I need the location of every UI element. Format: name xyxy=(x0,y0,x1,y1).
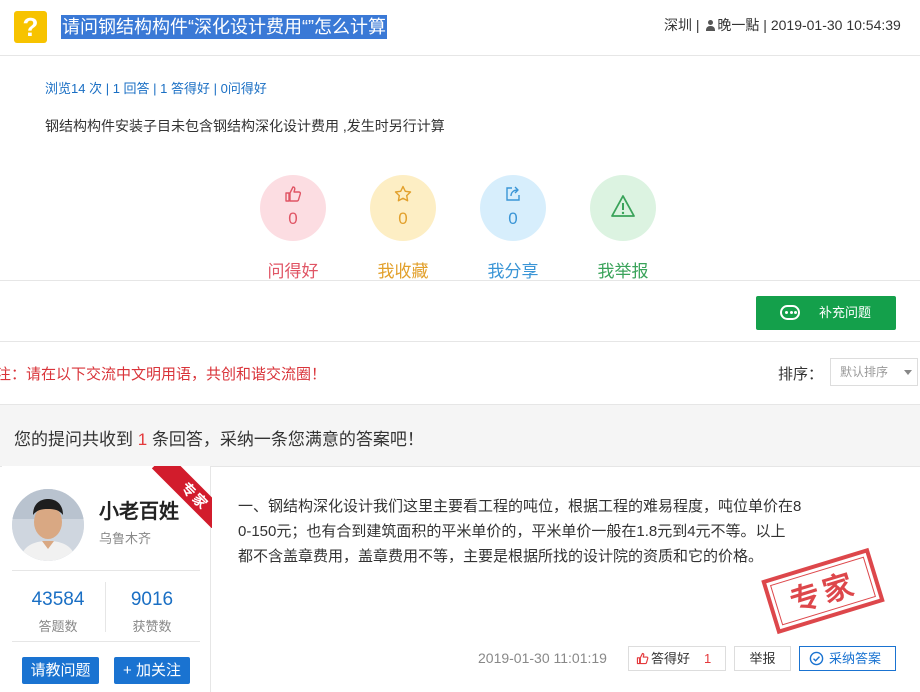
avatar[interactable] xyxy=(12,489,84,561)
civility-notice: 注：请在以下交流中文明用语，共创和谐交流圈！ xyxy=(0,366,327,383)
warning-icon xyxy=(611,195,635,217)
supplement-question-button[interactable]: 补充问题 xyxy=(756,296,896,330)
check-circle-icon xyxy=(809,651,824,666)
good-answer-count: 1 答得好 xyxy=(160,81,210,96)
author-link[interactable]: 晚一點 xyxy=(717,17,759,33)
answer-good-button[interactable]: 答得好 1 xyxy=(628,646,726,671)
answer-count: 1 回答 xyxy=(112,81,150,96)
answer-good-label: 答得好 xyxy=(651,651,691,666)
thumbs-up-icon xyxy=(636,652,649,665)
adopt-answer-button[interactable]: 采纳答案 xyxy=(799,646,896,671)
sort-select[interactable]: 默认排序 xyxy=(830,358,918,386)
ask-question-button[interactable]: 请教问题 xyxy=(22,657,99,684)
likes-count: 9016 xyxy=(130,589,174,610)
reaction-report[interactable]: 我举报 xyxy=(590,175,656,281)
answer-body: 一、钢结构深化设计我们这里主要看工程的吨位，根据工程的难易程度，吨位单价在8 0… xyxy=(238,494,836,569)
answers-summary: 您的提问共收到 1 条回答，采纳一条您满意的答案吧！ xyxy=(14,425,424,450)
reaction-label: 我举报 xyxy=(597,262,649,281)
answer-good-count: 1 xyxy=(704,651,712,666)
star-icon xyxy=(394,185,412,202)
thumbs-up-icon xyxy=(285,186,302,202)
question-title: 请问钢结构构件“深化设计费用“”怎么计算 xyxy=(61,15,387,39)
answer-date: 2019-01-30 11:01:19 xyxy=(478,650,607,666)
answerer-location: 乌鲁木齐 xyxy=(99,531,152,546)
answer-line: 一、钢结构深化设计我们这里主要看工程的吨位，根据工程的难易程度，吨位单价在8 xyxy=(238,498,802,515)
reaction-count: 0 xyxy=(288,209,298,228)
reaction-label: 我收藏 xyxy=(377,262,429,281)
divider xyxy=(0,341,920,342)
question-stats: 浏览14 次 | 1 回答 | 1 答得好 | 0问得好 xyxy=(45,81,267,96)
view-count: 浏览14 次 xyxy=(45,81,103,96)
divider xyxy=(12,641,200,642)
summary-pre: 您的提问共收到 xyxy=(14,430,133,449)
reaction-ask-good[interactable]: 0 问得好 xyxy=(260,175,326,281)
dropdown-arrow-icon xyxy=(904,370,912,375)
share-icon xyxy=(506,186,520,201)
location-text: 深圳 xyxy=(664,17,692,33)
question-meta: 深圳 | 晚一點 | 2019-01-30 10:54:39 xyxy=(664,17,901,33)
answer-line: 都不含盖章费用，盖章费用不等，主要是根据所找的设计院的资质和它的价格。 xyxy=(238,548,764,565)
ask-good-count: 0问得好 xyxy=(220,81,267,96)
follow-button[interactable]: + 加关注 xyxy=(114,657,190,684)
answer-line: 0-150元；也有合到建筑面积的平米单价的，平米单价一般在1.8元到4元不等。以… xyxy=(238,523,786,540)
reaction-label: 问得好 xyxy=(267,262,319,281)
answers-count-label: 答题数 xyxy=(38,619,78,634)
question-body: 钢结构构件安装子目未包含钢结构深化设计费用 ,发生时另行计算 xyxy=(45,118,445,134)
question-mark-icon: ? xyxy=(14,11,47,43)
divider xyxy=(12,570,200,571)
sort-selected: 默认排序 xyxy=(840,365,889,379)
summary-count: 1 xyxy=(137,430,148,449)
expert-ribbon: 专家 xyxy=(150,466,212,528)
reaction-label: 我分享 xyxy=(487,262,539,281)
reaction-count: 0 xyxy=(398,209,408,228)
report-button[interactable]: 举报 xyxy=(734,646,791,671)
adopt-answer-label: 采纳答案 xyxy=(829,651,882,666)
chat-bubble-icon xyxy=(780,305,800,320)
user-icon xyxy=(706,20,716,31)
sort-label: 排序： xyxy=(778,366,824,383)
reaction-share[interactable]: 0 我分享 xyxy=(480,175,546,281)
divider xyxy=(105,582,106,632)
supplement-label: 补充问题 xyxy=(819,305,872,320)
reaction-favorite[interactable]: 0 我收藏 xyxy=(370,175,436,281)
likes-count-label: 获赞数 xyxy=(132,619,172,634)
summary-post: 条回答，采纳一条您满意的答案吧！ xyxy=(151,430,424,449)
answers-count: 43584 xyxy=(31,589,85,610)
reaction-count: 0 xyxy=(508,209,518,228)
divider xyxy=(0,280,920,281)
expert-badge: 专家 xyxy=(151,466,212,528)
question-datetime: 2019-01-30 10:54:39 xyxy=(770,17,901,33)
